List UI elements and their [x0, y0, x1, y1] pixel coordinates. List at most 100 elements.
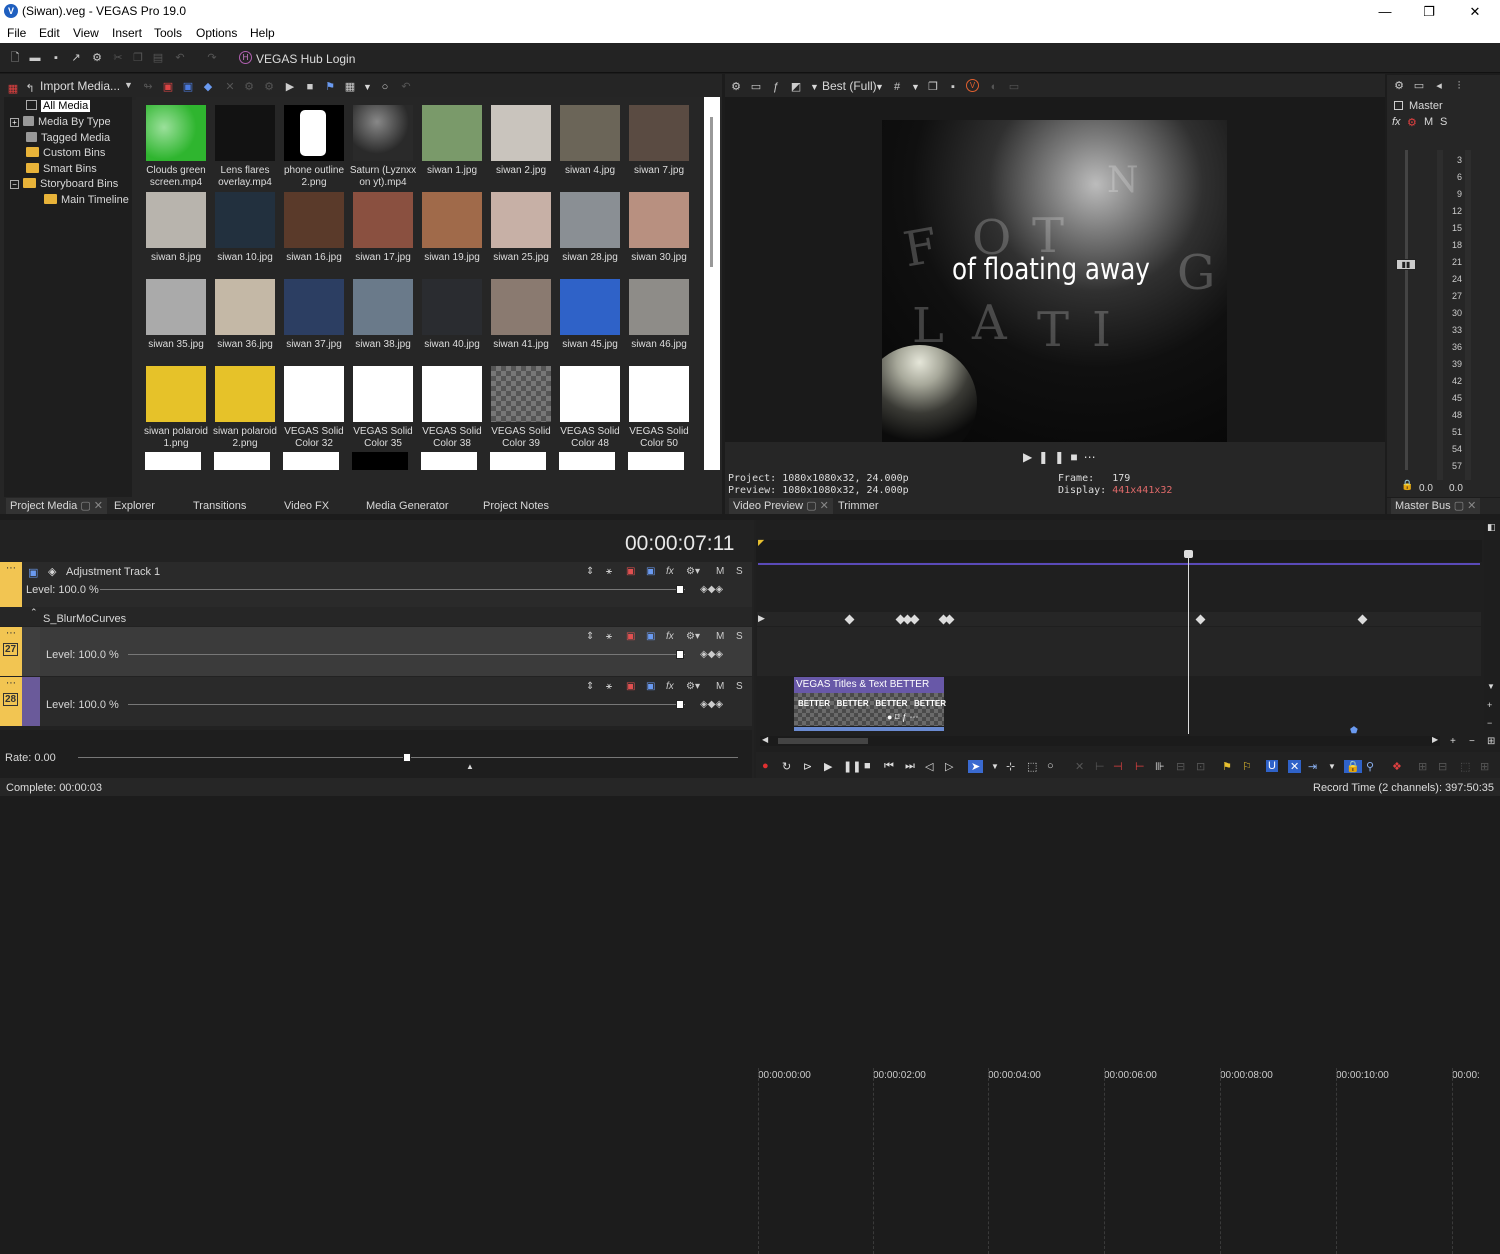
h-zoom-in-icon[interactable]: + — [1450, 736, 1456, 747]
scroll-toggle-icon[interactable]: ◧ — [1487, 522, 1496, 533]
media-scrollbar[interactable] — [704, 97, 720, 470]
expand-icon[interactable]: + — [10, 118, 19, 127]
master-checkbox[interactable] — [1394, 101, 1403, 110]
close-tab-icon[interactable]: ✕ — [820, 500, 829, 512]
get-media-icon[interactable]: ▣ — [162, 81, 174, 93]
lock-icon[interactable]: 🔒 — [1401, 480, 1413, 491]
playhead-cursor[interactable] — [1188, 554, 1189, 734]
scroll-left-icon[interactable]: ◀ — [762, 735, 768, 744]
import-dropdown-icon[interactable]: ▼ — [124, 80, 133, 90]
track-motion-icon[interactable]: ▣ — [626, 631, 635, 642]
menu-tools[interactable]: Tools — [154, 26, 182, 40]
media-thumbnail[interactable]: siwan 30.jpg — [625, 184, 693, 271]
level-slider[interactable] — [128, 704, 685, 705]
fader-handle[interactable]: ▮▮ — [1396, 259, 1416, 270]
media-thumbnail-partial[interactable] — [421, 452, 477, 470]
collapse-icon[interactable]: ⌃ — [30, 607, 38, 618]
media-thumbnail[interactable]: siwan 19.jpg — [418, 184, 486, 271]
play-from-start-icon[interactable]: ⊳ — [803, 760, 812, 773]
undock-icon[interactable]: ▢ — [806, 500, 816, 512]
mixer-monitor-icon[interactable]: ▭ — [1413, 80, 1425, 92]
tab-project-notes[interactable]: Project Notes — [483, 500, 549, 512]
media-thumbnail[interactable]: siwan polaroid 2.png — [211, 358, 279, 449]
media-thumbnail[interactable]: siwan 28.jpg — [556, 184, 624, 271]
views-dropdown-icon[interactable]: ▼ — [363, 82, 372, 92]
keyframe-icon[interactable]: ◈◆◈ — [700, 584, 723, 595]
track-fx-icon[interactable]: fx — [666, 566, 674, 577]
adjustment-track-name[interactable]: Adjustment Track 1 — [66, 566, 160, 578]
media-thumbnail[interactable]: siwan 46.jpg — [625, 271, 693, 358]
copy-icon[interactable]: ❐ — [132, 52, 144, 64]
track-fx-mask-icon[interactable]: ▣ — [646, 631, 655, 642]
h-zoom-out-icon[interactable]: − — [1469, 736, 1475, 747]
ignore-grouping-icon[interactable]: ⊟ — [1176, 760, 1185, 773]
maximize-button[interactable]: ❐ — [1406, 2, 1452, 21]
group-icon[interactable]: ⊟ — [1438, 760, 1447, 773]
tree-tagged-media[interactable]: Tagged Media — [26, 131, 110, 146]
media-thumbnail[interactable]: siwan 2.jpg — [487, 97, 555, 184]
tab-video-preview[interactable]: Video Preview ▢ ✕ — [729, 498, 833, 514]
mixer-eq-icon[interactable]: ⫶ — [1453, 80, 1465, 92]
media-thumbnail[interactable]: siwan 41.jpg — [487, 271, 555, 358]
track-settings-icon[interactable]: ⚙▾ — [686, 631, 700, 642]
pause-icon[interactable]: ❚❚ — [843, 760, 861, 773]
minimize-button[interactable]: — — [1362, 2, 1408, 21]
close-tab-icon[interactable]: ✕ — [1467, 500, 1476, 512]
tree-all-media[interactable]: All Media — [26, 99, 91, 114]
grouping-icon[interactable]: ❖ — [1392, 760, 1402, 773]
level-slider-thumb[interactable] — [676, 650, 684, 659]
track-mute[interactable]: M — [716, 566, 724, 577]
hub-icon[interactable]: H — [239, 51, 252, 64]
save-snapshot-icon[interactable]: ▪ — [947, 81, 959, 93]
track-fx-icon[interactable]: fx — [666, 631, 674, 642]
loop-icon[interactable]: ↻ — [782, 760, 791, 773]
media-thumbnail[interactable]: VEGAS Solid Color 32 — [280, 358, 348, 449]
track-mute[interactable]: M — [716, 681, 724, 692]
media-remove-icon[interactable]: ▦ — [7, 83, 19, 95]
track-27-header[interactable]: ⋯ 27 Level: 100.0 % ⇕ ⚹ ▣ ▣ fx ⚙▾ M S ◈◆… — [0, 627, 752, 676]
snapping-icon[interactable]: U — [1266, 760, 1278, 772]
track-solo[interactable]: S — [736, 631, 743, 642]
undock-icon[interactable]: ▢ — [1454, 500, 1464, 512]
play-icon[interactable]: ▶ — [1023, 450, 1038, 464]
save-icon[interactable]: ▪ — [50, 52, 62, 64]
compositing-icon[interactable]: ⚹ — [606, 566, 612, 577]
media-thumbnail[interactable]: siwan 35.jpg — [142, 271, 210, 358]
level-slider[interactable] — [128, 654, 685, 655]
fader-track[interactable] — [1405, 150, 1408, 470]
stop-icon[interactable]: ■ — [1070, 450, 1083, 464]
tab-trimmer[interactable]: Trimmer — [838, 500, 879, 512]
keyframe-icon[interactable]: ◈◆◈ — [700, 649, 723, 660]
media-thumbnail[interactable]: Clouds green screen.mp4 — [142, 97, 210, 188]
video-fx-icon[interactable]: ƒ — [770, 81, 782, 93]
ripple-icon[interactable]: ⇥ — [1308, 760, 1317, 773]
media-fx-icon[interactable]: ⚙ — [243, 81, 255, 93]
horizontal-scrollbar[interactable]: ◀ ▶ — [760, 735, 1440, 746]
menu-options[interactable]: Options — [196, 26, 237, 40]
track-grip-icon[interactable]: ⋯ — [6, 678, 16, 689]
media-thumbnail[interactable]: siwan 37.jpg — [280, 271, 348, 358]
stop-media-icon[interactable]: ■ — [304, 81, 316, 93]
tree-storyboard-bins[interactable]: − Storyboard Bins — [10, 177, 118, 192]
tree-media-by-type[interactable]: + Media By Type — [10, 115, 111, 130]
media-thumbnail[interactable]: Saturn (Lyznxx on yt).mp4 — [349, 97, 417, 188]
menu-insert[interactable]: Insert — [112, 26, 142, 40]
media-thumbnail-partial[interactable] — [559, 452, 615, 470]
media-thumbnail-partial[interactable] — [490, 452, 546, 470]
properties-gear-icon[interactable]: ⚙ — [91, 52, 103, 64]
open-icon[interactable]: ▬ — [29, 52, 41, 64]
hub-login-button[interactable]: VEGAS Hub Login — [256, 52, 355, 66]
media-thumbnail-partial[interactable] — [283, 452, 339, 470]
media-thumbnail[interactable]: VEGAS Solid Color 39 — [487, 358, 555, 449]
master-mute[interactable]: M — [1424, 116, 1433, 128]
ripple-dropdown-icon[interactable]: ▼ — [1328, 762, 1336, 771]
search-icon[interactable]: ○ — [379, 81, 391, 93]
preview-quality-select[interactable]: Best (Full) — [822, 79, 877, 93]
insert-region-icon[interactable]: ⚐ — [1242, 760, 1252, 773]
copy-snapshot-icon[interactable]: ❐ — [927, 81, 939, 93]
level-slider[interactable] — [100, 589, 685, 590]
zoom-out-icon[interactable]: − — [1487, 718, 1492, 728]
media-thumbnail[interactable]: siwan 36.jpg — [211, 271, 279, 358]
delete-media-icon[interactable]: ✕ — [224, 81, 236, 93]
tab-master-bus[interactable]: Master Bus ▢ ✕ — [1391, 498, 1481, 514]
